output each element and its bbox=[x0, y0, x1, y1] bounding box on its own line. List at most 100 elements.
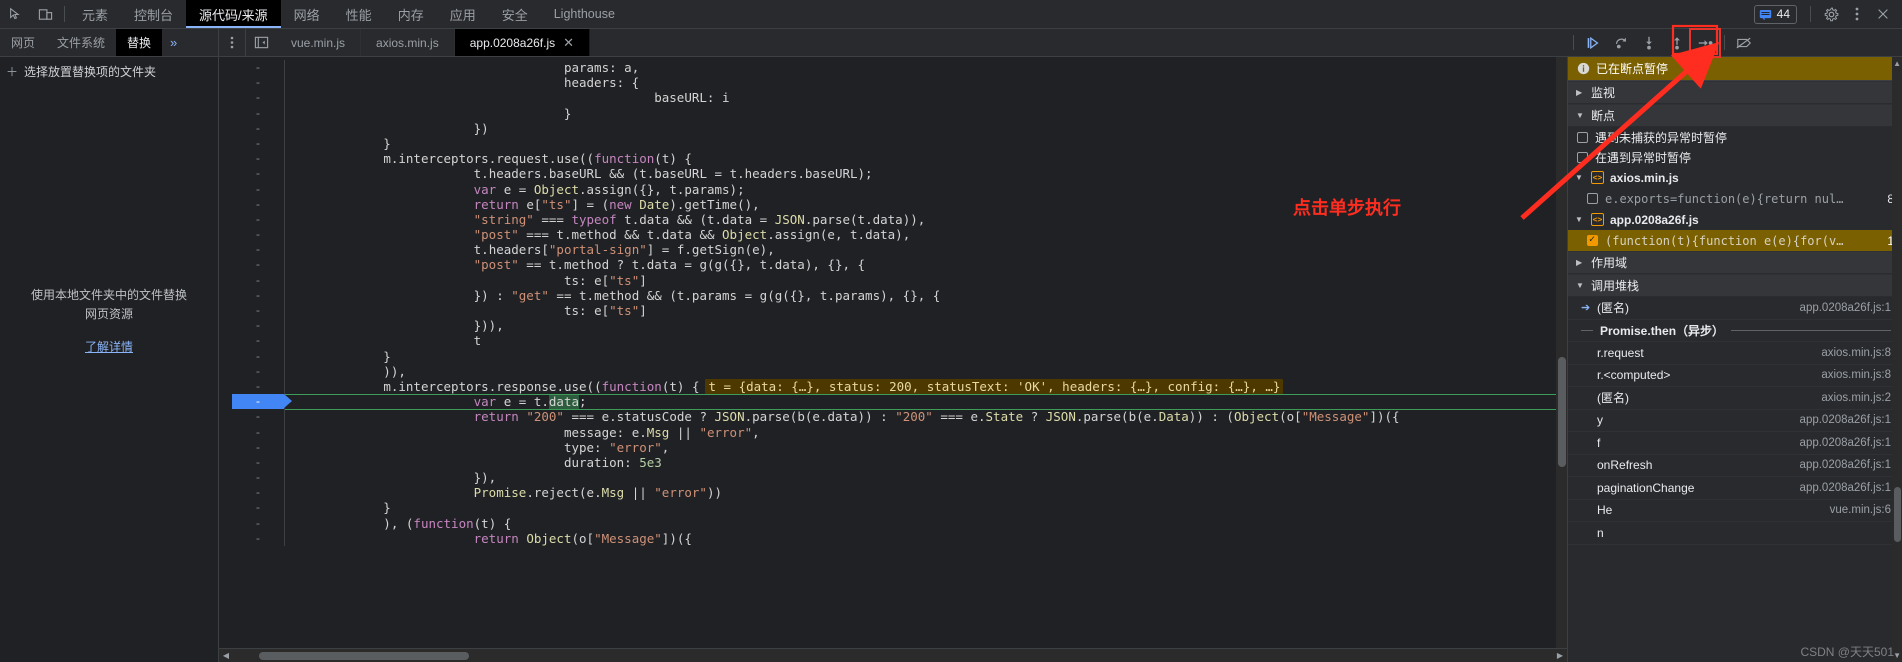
line-number-gutter[interactable]: - bbox=[232, 106, 284, 121]
line-number-gutter[interactable]: - bbox=[232, 242, 284, 257]
editor-tab-axios-min-js[interactable]: axios.min.js bbox=[361, 29, 455, 56]
code-line[interactable]: - "post" === t.method && t.data && Objec… bbox=[219, 227, 1567, 243]
code-line[interactable]: - t.headers["portal-sign"] = f.getSign(e… bbox=[219, 242, 1567, 258]
code-line[interactable]: - })), bbox=[219, 318, 1567, 334]
learn-more-link[interactable]: 了解详情 bbox=[22, 338, 196, 357]
breakpoint-checkbox[interactable] bbox=[1587, 193, 1598, 204]
nav-tab-filesystem[interactable]: 文件系统 bbox=[46, 29, 116, 56]
call-stack-row[interactable]: y app.0208a26f.js:1 bbox=[1568, 410, 1902, 432]
code-line[interactable]: - duration: 5e3 bbox=[219, 454, 1567, 471]
code-line[interactable]: - m.interceptors.response.use((function(… bbox=[219, 378, 1567, 395]
line-number-gutter[interactable]: - bbox=[232, 75, 284, 90]
pause-on-uncaught-exceptions-row[interactable]: 遇到未捕获的异常时暂停 bbox=[1568, 127, 1902, 147]
issues-badge[interactable]: 44 bbox=[1753, 4, 1797, 24]
line-number-gutter[interactable]: - bbox=[232, 349, 284, 364]
navigator-menu-kebab-icon[interactable] bbox=[219, 29, 245, 56]
tab-lighthouse[interactable]: Lighthouse bbox=[541, 0, 628, 28]
code-line[interactable]: - } bbox=[219, 135, 1567, 152]
deactivate-breakpoints-icon[interactable] bbox=[1730, 30, 1758, 56]
line-number-gutter[interactable]: - bbox=[232, 182, 284, 197]
line-number-gutter[interactable]: - bbox=[232, 121, 284, 136]
code-line[interactable]: - )), bbox=[219, 363, 1567, 379]
pause-on-uncaught-checkbox[interactable] bbox=[1577, 131, 1588, 143]
code-horizontal-scrollbar[interactable]: ◀ ▶ bbox=[219, 648, 1567, 662]
line-number-gutter[interactable]: - bbox=[232, 303, 284, 318]
code-line[interactable]: - m.interceptors.request.use((function(t… bbox=[219, 151, 1567, 167]
tab-console[interactable]: 控制台 bbox=[121, 0, 186, 28]
call-stack-row[interactable]: r.<computed> axios.min.js:8 bbox=[1568, 365, 1902, 387]
line-number-gutter[interactable]: - bbox=[232, 394, 292, 410]
code-line[interactable]: - type: "error", bbox=[219, 439, 1567, 455]
code-line[interactable]: - Promise.reject(e.Msg || "error")) bbox=[219, 485, 1567, 501]
editor-tab-app-js[interactable]: app.0208a26f.js ✕ bbox=[454, 29, 591, 56]
step-over-next-call-icon[interactable] bbox=[1607, 30, 1635, 56]
line-number-gutter[interactable]: - bbox=[232, 60, 284, 75]
scroll-down-arrow-icon[interactable]: ▼ bbox=[1893, 651, 1901, 660]
line-number-gutter[interactable]: - bbox=[232, 516, 284, 531]
code-line[interactable]: - headers: { bbox=[219, 75, 1567, 91]
code-line[interactable]: - t.headers.baseURL && (t.baseURL = t.he… bbox=[219, 166, 1567, 182]
resume-script-execution-icon[interactable] bbox=[1579, 30, 1607, 56]
line-number-gutter[interactable]: - bbox=[232, 318, 284, 333]
code-line[interactable]: - ), (function(t) { bbox=[219, 515, 1567, 531]
scroll-left-arrow-icon[interactable]: ◀ bbox=[219, 651, 233, 660]
call-stack-row[interactable]: r.request axios.min.js:8 bbox=[1568, 342, 1902, 365]
code-line[interactable]: - ts: e["ts"] bbox=[219, 272, 1567, 288]
tab-performance[interactable]: 性能 bbox=[333, 0, 385, 28]
line-number-gutter[interactable]: - bbox=[232, 333, 284, 348]
debugger-scroll-thumb[interactable] bbox=[1894, 487, 1901, 542]
line-number-gutter[interactable]: - bbox=[232, 257, 284, 272]
code-line[interactable]: - }) bbox=[219, 120, 1567, 136]
code-line[interactable]: - message: e.Msg || "error", bbox=[219, 424, 1567, 440]
code-line[interactable]: - ts: e["ts"] bbox=[219, 303, 1567, 319]
debugger-vertical-scrollbar[interactable]: ▲ ▼ bbox=[1892, 57, 1902, 662]
call-stack-row[interactable]: (匿名) axios.min.js:2 bbox=[1568, 387, 1902, 410]
code-line[interactable]: - params: a, bbox=[219, 60, 1567, 76]
scroll-up-arrow-icon[interactable]: ▲ bbox=[1893, 59, 1901, 68]
line-number-gutter[interactable]: - bbox=[232, 197, 284, 212]
step-out-of-current-function-icon[interactable] bbox=[1663, 30, 1691, 56]
line-number-gutter[interactable]: - bbox=[232, 379, 284, 394]
call-stack-row[interactable]: He vue.min.js:6 bbox=[1568, 500, 1902, 522]
nav-tab-page[interactable]: 网页 bbox=[0, 29, 46, 56]
code-line[interactable]: - "post" == t.method ? t.data = g(g({}, … bbox=[219, 257, 1567, 273]
tab-security[interactable]: 安全 bbox=[489, 0, 541, 28]
line-number-gutter[interactable]: - bbox=[232, 455, 284, 470]
code-vertical-scrollbar[interactable] bbox=[1556, 57, 1567, 648]
code-line[interactable]: - var e = t.data; bbox=[219, 394, 1567, 410]
breakpoints-section-header[interactable]: ▼ 断点 bbox=[1568, 104, 1902, 127]
scope-section-header[interactable]: ▶ 作用域 bbox=[1568, 251, 1902, 274]
call-stack-row[interactable]: f app.0208a26f.js:1 bbox=[1568, 432, 1902, 455]
more-options-kebab-icon[interactable] bbox=[1844, 1, 1870, 27]
line-number-gutter[interactable]: - bbox=[232, 485, 284, 500]
code-line[interactable]: - return Object(o["Message"])({ bbox=[219, 530, 1567, 546]
show-navigator-panel-icon[interactable] bbox=[246, 29, 276, 56]
line-number-gutter[interactable]: - bbox=[232, 273, 284, 288]
code-line[interactable]: - }) : "get" == t.method && (t.params = … bbox=[219, 287, 1567, 303]
call-stack-row[interactable]: n bbox=[1568, 522, 1902, 545]
inspect-element-icon[interactable] bbox=[0, 0, 30, 28]
call-stack-row[interactable]: ➔ (匿名) app.0208a26f.js:1 bbox=[1568, 297, 1902, 320]
line-number-gutter[interactable]: - bbox=[232, 425, 284, 440]
nav-tab-overrides[interactable]: 替换 bbox=[116, 29, 163, 56]
breakpoint-item[interactable]: e.exports=function(e){return nul… 8 bbox=[1568, 188, 1902, 209]
code-scroll-area[interactable]: - params: a, - headers: {- baseURL: i- } - bbox=[219, 57, 1567, 648]
line-number-gutter[interactable]: - bbox=[232, 151, 284, 166]
scroll-right-arrow-icon[interactable]: ▶ bbox=[1553, 651, 1567, 660]
close-icon[interactable] bbox=[1870, 1, 1896, 27]
tab-application[interactable]: 应用 bbox=[437, 0, 489, 28]
breakpoint-item[interactable]: (function(t){function e(e){for(v… 1 bbox=[1568, 230, 1902, 251]
line-number-gutter[interactable]: - bbox=[232, 166, 284, 181]
line-number-gutter[interactable]: - bbox=[232, 136, 284, 151]
tab-network[interactable]: 网络 bbox=[281, 0, 333, 28]
line-number-gutter[interactable]: - bbox=[232, 500, 284, 515]
call-stack-row[interactable]: onRefresh app.0208a26f.js:1 bbox=[1568, 455, 1902, 477]
call-stack-row[interactable]: paginationChange app.0208a26f.js:1 bbox=[1568, 477, 1902, 500]
breakpoint-file-app[interactable]: ▼ <> app.0208a26f.js bbox=[1568, 209, 1902, 230]
tab-sources[interactable]: 源代码/来源 bbox=[186, 0, 281, 28]
line-number-gutter[interactable]: - bbox=[232, 470, 284, 485]
settings-gear-icon[interactable] bbox=[1818, 1, 1844, 27]
tab-elements[interactable]: 元素 bbox=[69, 0, 121, 28]
watch-section-header[interactable]: ▶ 监视 bbox=[1568, 81, 1902, 104]
line-number-gutter[interactable]: - bbox=[232, 288, 284, 303]
